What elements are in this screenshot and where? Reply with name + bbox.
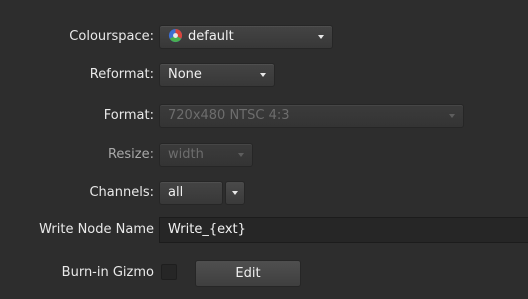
channels-field[interactable]: all bbox=[159, 181, 223, 205]
format-label: Format: bbox=[103, 108, 154, 123]
chevron-down-icon bbox=[318, 35, 324, 39]
reformat-label: Reformat: bbox=[89, 67, 154, 82]
write-node-name-label: Write Node Name bbox=[39, 222, 154, 237]
resize-label: Resize: bbox=[107, 147, 154, 162]
resize-dropdown[interactable]: width bbox=[159, 143, 253, 167]
format-dropdown[interactable]: 720x480 NTSC 4:3 bbox=[159, 104, 464, 128]
edit-button[interactable]: Edit bbox=[195, 260, 301, 287]
colourspace-label: Colourspace: bbox=[69, 29, 154, 44]
reformat-dropdown[interactable]: None bbox=[159, 63, 275, 87]
colour-wheel-icon bbox=[168, 28, 183, 43]
chevron-down-icon bbox=[238, 153, 244, 157]
chevron-down-icon bbox=[449, 114, 455, 118]
burn-in-gizmo-checkbox[interactable] bbox=[161, 264, 177, 280]
write-settings-panel: Colourspace: default Reformat: None Form… bbox=[0, 0, 528, 299]
chevron-down-icon bbox=[260, 73, 266, 77]
channels-dropdown-button[interactable] bbox=[225, 181, 245, 205]
colourspace-value: default bbox=[188, 29, 234, 44]
channels-value: all bbox=[168, 185, 184, 200]
colourspace-dropdown[interactable]: default bbox=[159, 25, 333, 49]
channels-label: Channels: bbox=[89, 185, 154, 200]
write-node-name-input[interactable]: Write_{ext} bbox=[159, 217, 528, 243]
resize-value: width bbox=[168, 147, 204, 162]
reformat-value: None bbox=[168, 67, 202, 82]
chevron-down-icon bbox=[232, 191, 238, 195]
burn-in-gizmo-label: Burn-in Gizmo bbox=[61, 265, 154, 280]
format-value: 720x480 NTSC 4:3 bbox=[168, 108, 290, 123]
